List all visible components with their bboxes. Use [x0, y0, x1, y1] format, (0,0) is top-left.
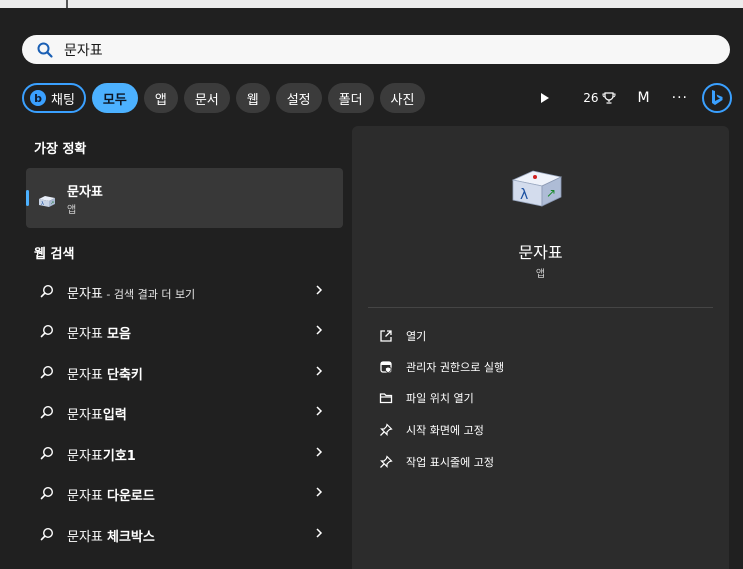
action-label: 시작 화면에 고정: [406, 424, 484, 437]
action-pin-to-start[interactable]: 시작 화면에 고정: [378, 419, 484, 441]
search-icon: [40, 446, 54, 460]
chevron-right-icon: [316, 325, 323, 335]
search-icon: [40, 284, 54, 298]
action-pin-to-taskbar[interactable]: 작업 표시줄에 고정: [378, 451, 494, 473]
search-input[interactable]: [64, 39, 664, 60]
svg-text:↗: ↗: [51, 201, 55, 206]
action-label: 작업 표시줄에 고정: [406, 456, 494, 469]
trophy-icon: [602, 92, 616, 104]
chevron-right-icon: [316, 406, 323, 416]
action-label: 관리자 권한으로 실행: [406, 361, 505, 374]
web-result-label: 문자표 - 검색 결과 더 보기: [67, 287, 196, 302]
web-result-label: 문자표입력: [67, 408, 127, 423]
filter-photos[interactable]: 사진: [379, 83, 426, 113]
chevron-right-icon: [316, 366, 323, 376]
web-result-row[interactable]: 문자표 체크박스: [26, 514, 343, 554]
chat-label: 채팅: [51, 92, 75, 108]
filter-all[interactable]: 모두: [91, 83, 138, 113]
web-result-row[interactable]: 문자표 - 검색 결과 더 보기: [26, 271, 343, 311]
rewards-points-value: 26: [583, 91, 599, 105]
filter-folders[interactable]: 폴더: [327, 83, 374, 113]
web-result-label: 문자표 다운로드: [67, 489, 155, 504]
play-more-filters-icon[interactable]: [540, 92, 550, 104]
web-result-label: 문자표 단축키: [67, 368, 143, 383]
web-result-row[interactable]: 문자표입력: [26, 392, 343, 432]
web-result-label: 문자표 체크박스: [67, 530, 155, 545]
web-result-label: 문자표기호1: [67, 449, 136, 464]
action-open-file-location[interactable]: 파일 위치 열기: [378, 387, 474, 409]
web-result-label: 문자표 모음: [67, 327, 131, 342]
top-strip: [0, 0, 743, 8]
best-match-type: 앱: [67, 205, 77, 216]
search-icon: [36, 41, 54, 59]
details-panel: λ ↗ 문자표 앱 열기 관리자 권한으로 실행 파일 위치 열기 시작 화면에…: [352, 126, 729, 569]
action-open[interactable]: 열기: [378, 325, 426, 347]
best-match-name: 문자표: [67, 185, 103, 200]
search-box[interactable]: [22, 35, 730, 64]
pin-icon: [378, 454, 394, 470]
action-label: 열기: [406, 330, 427, 343]
search-icon: [40, 324, 54, 338]
selection-indicator: [26, 190, 29, 206]
account-avatar[interactable]: M: [638, 90, 650, 106]
action-label: 파일 위치 열기: [406, 392, 474, 405]
web-result-row[interactable]: 문자표 다운로드: [26, 473, 343, 513]
search-icon: [40, 527, 54, 541]
web-result-row[interactable]: 문자표 모음: [26, 311, 343, 351]
action-run-as-admin[interactable]: 관리자 권한으로 실행: [378, 356, 504, 378]
details-app-type: 앱: [535, 269, 546, 280]
svg-text:λ: λ: [520, 187, 528, 203]
bing-chat-icon: b: [30, 90, 46, 106]
web-result-row[interactable]: 문자표 단축키: [26, 352, 343, 392]
more-options-icon[interactable]: ···: [672, 90, 688, 106]
bing-button[interactable]: [702, 83, 732, 113]
filter-bar: b 채팅 모두 앱 문서 웹 설정 폴더 사진 26 M ···: [22, 82, 732, 114]
filter-web[interactable]: 웹: [235, 83, 270, 113]
rewards-points[interactable]: 26: [583, 91, 616, 105]
web-result-row[interactable]: 문자표기호1: [26, 433, 343, 473]
folder-icon: [378, 390, 394, 406]
admin-shield-icon: [378, 359, 394, 375]
best-match-heading: 가장 정확: [34, 142, 87, 157]
character-map-app-icon: λ ↗: [509, 168, 565, 212]
chevron-right-icon: [316, 487, 323, 497]
filter-apps[interactable]: 앱: [143, 83, 178, 113]
character-map-app-icon: λ ↗: [37, 193, 57, 212]
start-search-window: b 채팅 모두 앱 문서 웹 설정 폴더 사진 26 M ··· 가장 정확: [0, 0, 743, 569]
details-app-name: 문자표: [518, 243, 563, 262]
svg-text:↗: ↗: [546, 186, 556, 200]
web-search-heading: 웹 검색: [34, 247, 75, 262]
chevron-right-icon: [316, 447, 323, 457]
filter-documents[interactable]: 문서: [183, 83, 230, 113]
search-icon: [40, 486, 54, 500]
best-match-item[interactable]: λ ↗ 문자표 앱: [26, 168, 343, 228]
bing-logo-icon: [712, 90, 723, 105]
svg-text:λ: λ: [41, 201, 44, 207]
pin-icon: [378, 422, 394, 438]
open-external-icon: [378, 328, 394, 344]
chevron-right-icon: [316, 528, 323, 538]
filter-settings[interactable]: 설정: [275, 83, 322, 113]
divider: [368, 307, 713, 308]
chat-button[interactable]: b 채팅: [22, 83, 86, 113]
chevron-right-icon: [316, 285, 323, 295]
search-icon: [40, 365, 54, 379]
search-icon: [40, 405, 54, 419]
